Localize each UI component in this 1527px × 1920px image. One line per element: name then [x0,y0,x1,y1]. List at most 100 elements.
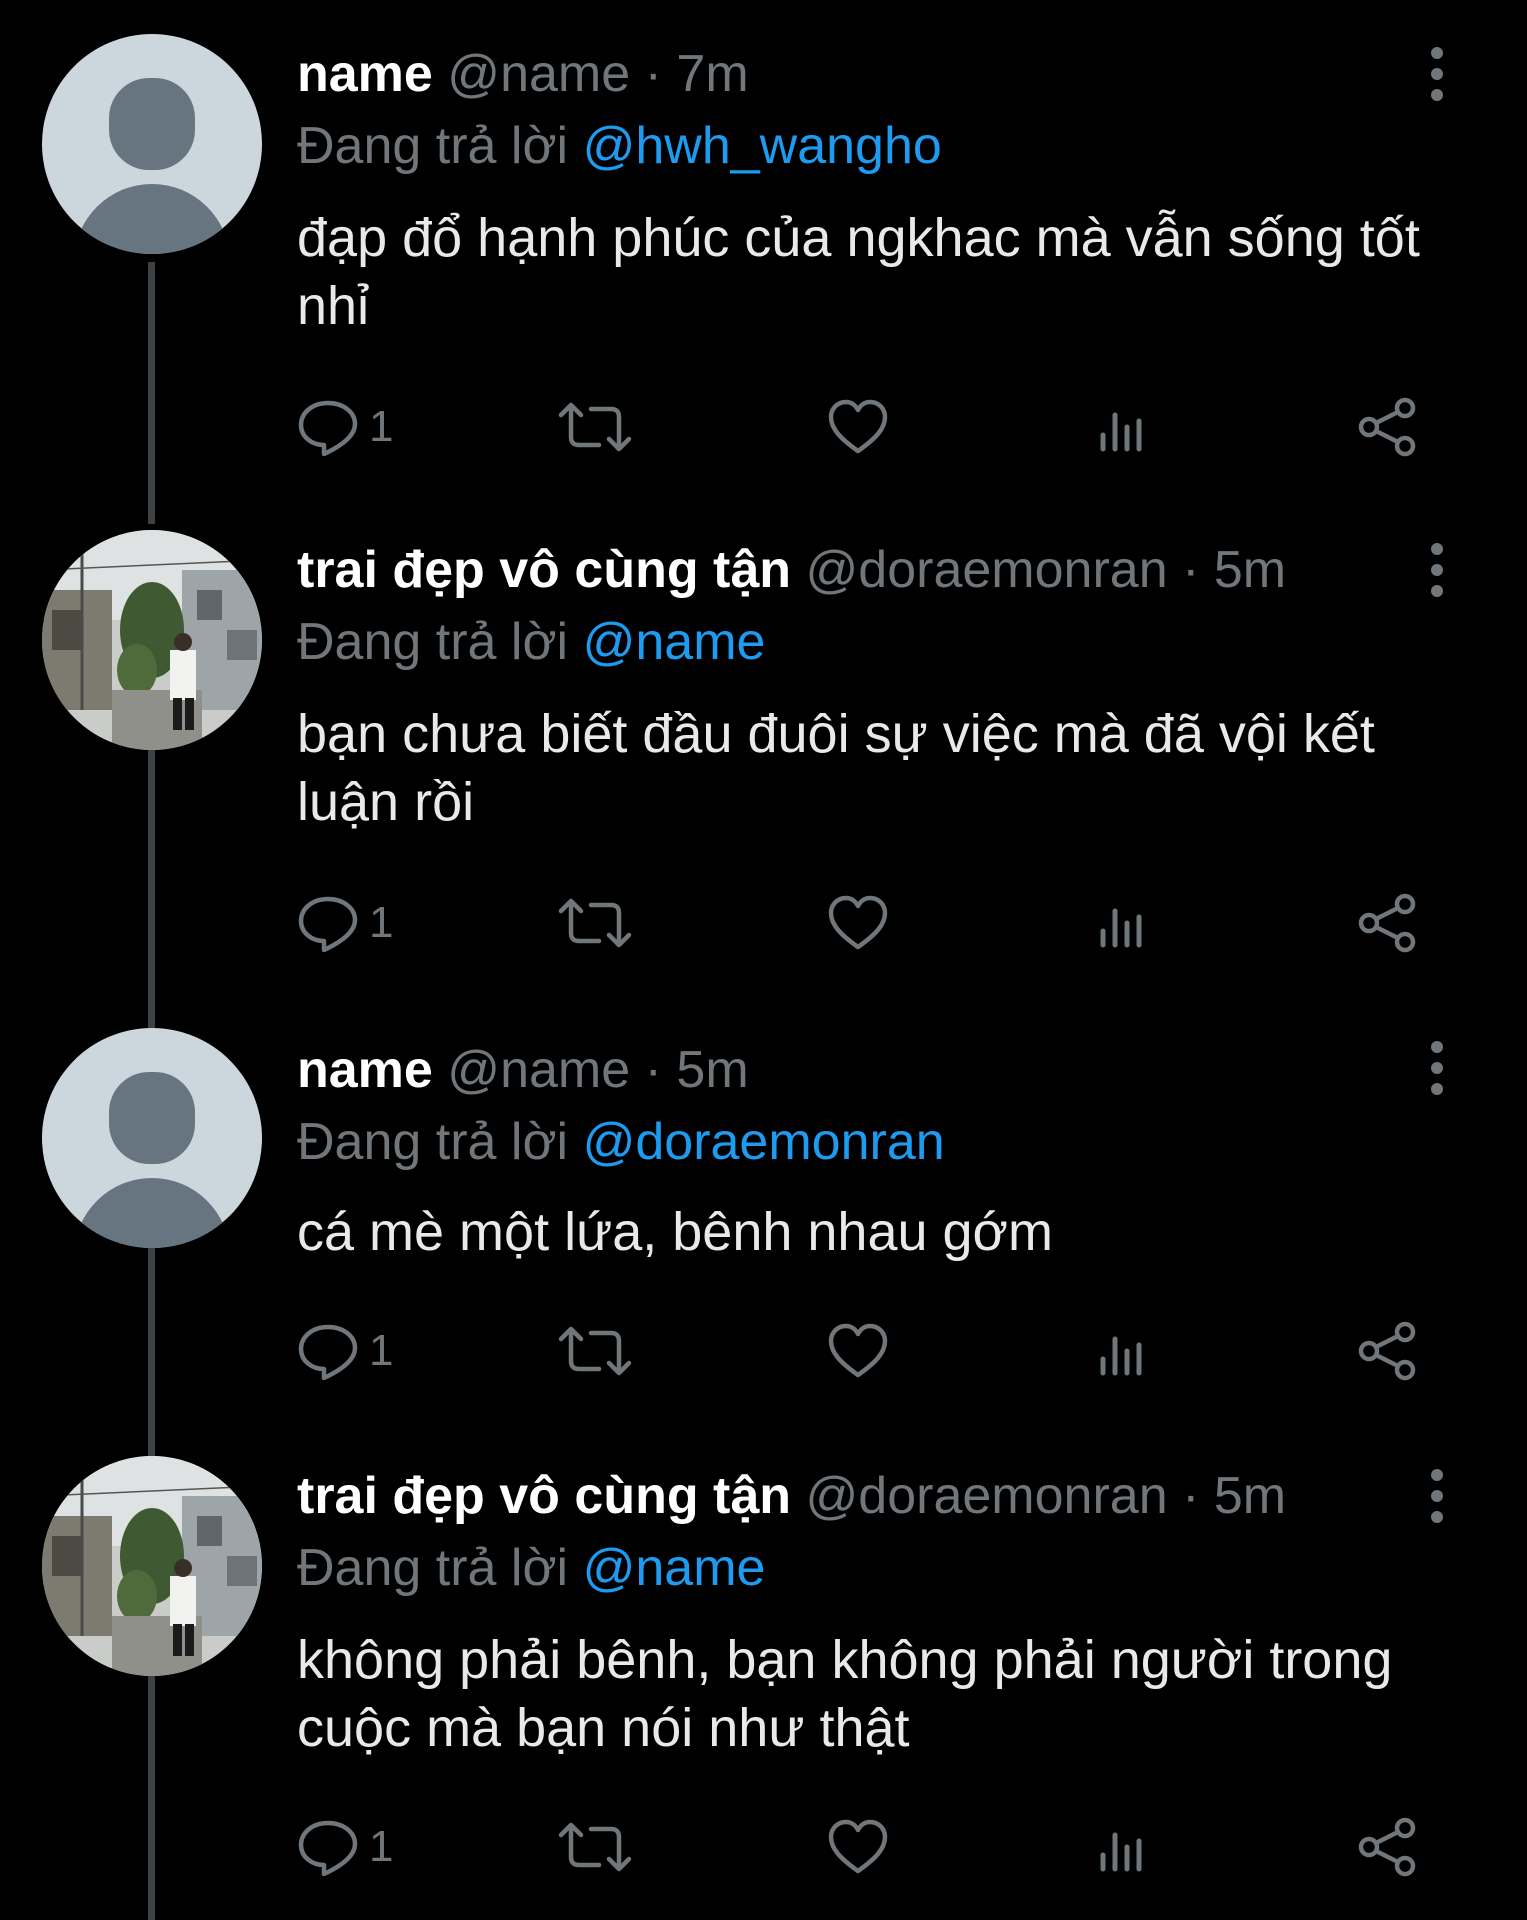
share-icon [1358,1817,1416,1877]
handle[interactable]: @name [447,45,630,103]
like-button[interactable] [827,888,889,958]
reply-button[interactable]: 1 [297,888,393,958]
timestamp[interactable]: 7m [676,45,748,103]
separator: · [1182,541,1200,599]
handle[interactable]: @doraemonran [806,1467,1168,1525]
tweet-text: cá mè một lứa, bênh nhau gớm [297,1202,1053,1262]
views-button[interactable] [1097,1316,1149,1386]
more-vertical-icon[interactable] [1422,1040,1452,1096]
tweet-actions: 1 [297,392,1457,462]
like-button[interactable] [827,392,889,462]
reply-icon [298,1820,358,1876]
heart-icon [828,895,888,950]
separator: · [1182,1467,1200,1525]
heart-icon [828,1323,888,1378]
avatar[interactable] [42,1028,262,1248]
views-icon [1100,412,1142,452]
handle[interactable]: @doraemonran [806,541,1168,599]
avatar-head [109,78,195,170]
retweet-icon [558,1326,632,1376]
heart-icon [828,1819,888,1874]
separator: · [644,1041,662,1099]
tweet-actions: 1 [297,1316,1457,1386]
views-icon [1100,908,1142,948]
tweet-header: name @name · 5m [297,1044,749,1096]
tweet-text: đạp đổ hạnh phúc của ngkhac mà vẫn sống … [297,208,1420,336]
replying-to: Đang trả lời @name [297,616,765,668]
like-button[interactable] [827,1812,889,1882]
avatar[interactable] [42,530,262,750]
timestamp[interactable]: 5m [676,1041,748,1099]
retweet-icon [558,1822,632,1872]
tweet[interactable]: name @name · 7m Đang trả lời @hwh_wangho… [0,0,1527,500]
reply-icon [298,896,358,952]
tweet-actions: 1 [297,888,1457,958]
retweet-button[interactable] [557,1316,633,1386]
views-button[interactable] [1097,888,1149,958]
reply-icon [298,400,358,456]
retweet-button[interactable] [557,392,633,462]
tweet-text: bạn chưa biết đầu đuôi sự việc mà đã vội… [297,704,1375,832]
share-button[interactable] [1357,392,1419,462]
profile-photo [42,1456,262,1676]
more-vertical-icon[interactable] [1422,46,1452,102]
reply-prefix: Đang trả lời [297,613,569,671]
share-icon [1358,893,1416,953]
views-button[interactable] [1097,1812,1149,1882]
share-button[interactable] [1357,1316,1419,1386]
mention-link[interactable]: @hwh_wangho [583,117,942,175]
handle[interactable]: @name [447,1041,630,1099]
tweet[interactable]: trai đẹp vô cùng tận @doraemonran · 5m Đ… [0,500,1527,1000]
mention-link[interactable]: @name [583,1539,766,1597]
tweet-text: không phải bênh, bạn không phải người tr… [297,1630,1393,1758]
separator: · [644,45,662,103]
retweet-button[interactable] [557,888,633,958]
tweet[interactable]: name @name · 5m Đang trả lời @doraemonra… [0,1000,1527,1430]
more-vertical-icon[interactable] [1422,542,1452,598]
share-button[interactable] [1357,888,1419,958]
tweet[interactable]: trai đẹp vô cùng tận @doraemonran · 5m Đ… [0,1430,1527,1920]
tweet-actions: 1 [297,1812,1457,1882]
display-name[interactable]: name [297,1041,433,1099]
profile-photo [42,530,262,750]
like-button[interactable] [827,1316,889,1386]
retweet-icon [558,402,632,452]
reply-prefix: Đang trả lời [297,1113,569,1171]
reply-prefix: Đang trả lời [297,117,569,175]
replying-to: Đang trả lời @doraemonran [297,1116,945,1168]
share-icon [1358,397,1416,457]
reply-button[interactable]: 1 [297,1812,393,1882]
timestamp[interactable]: 5m [1214,541,1286,599]
views-button[interactable] [1097,392,1149,462]
retweet-icon [558,898,632,948]
mention-link[interactable]: @name [583,613,766,671]
reply-icon [298,1324,358,1380]
reply-count: 1 [369,898,394,947]
views-icon [1100,1336,1142,1376]
more-vertical-icon[interactable] [1422,1468,1452,1524]
tweet-header: name @name · 7m [297,48,749,100]
reply-button[interactable]: 1 [297,392,393,462]
heart-icon [828,399,888,454]
replying-to: Đang trả lời @hwh_wangho [297,120,942,172]
reply-count: 1 [369,1326,394,1375]
avatar[interactable] [42,1456,262,1676]
display-name[interactable]: trai đẹp vô cùng tận [297,541,791,599]
mention-link[interactable]: @doraemonran [583,1113,945,1171]
avatar[interactable] [42,34,262,254]
reply-prefix: Đang trả lời [297,1539,569,1597]
display-name[interactable]: name [297,45,433,103]
timestamp[interactable]: 5m [1214,1467,1286,1525]
reply-button[interactable]: 1 [297,1316,393,1386]
share-icon [1358,1321,1416,1381]
reply-count: 1 [369,1822,394,1871]
views-icon [1100,1832,1142,1872]
reply-count: 1 [369,402,394,451]
share-button[interactable] [1357,1812,1419,1882]
retweet-button[interactable] [557,1812,633,1882]
tweet-header: trai đẹp vô cùng tận @doraemonran · 5m [297,1470,1286,1522]
avatar-shoulders [74,184,230,254]
avatar-head [109,1072,195,1164]
display-name[interactable]: trai đẹp vô cùng tận [297,1467,791,1525]
avatar-shoulders [74,1178,230,1248]
